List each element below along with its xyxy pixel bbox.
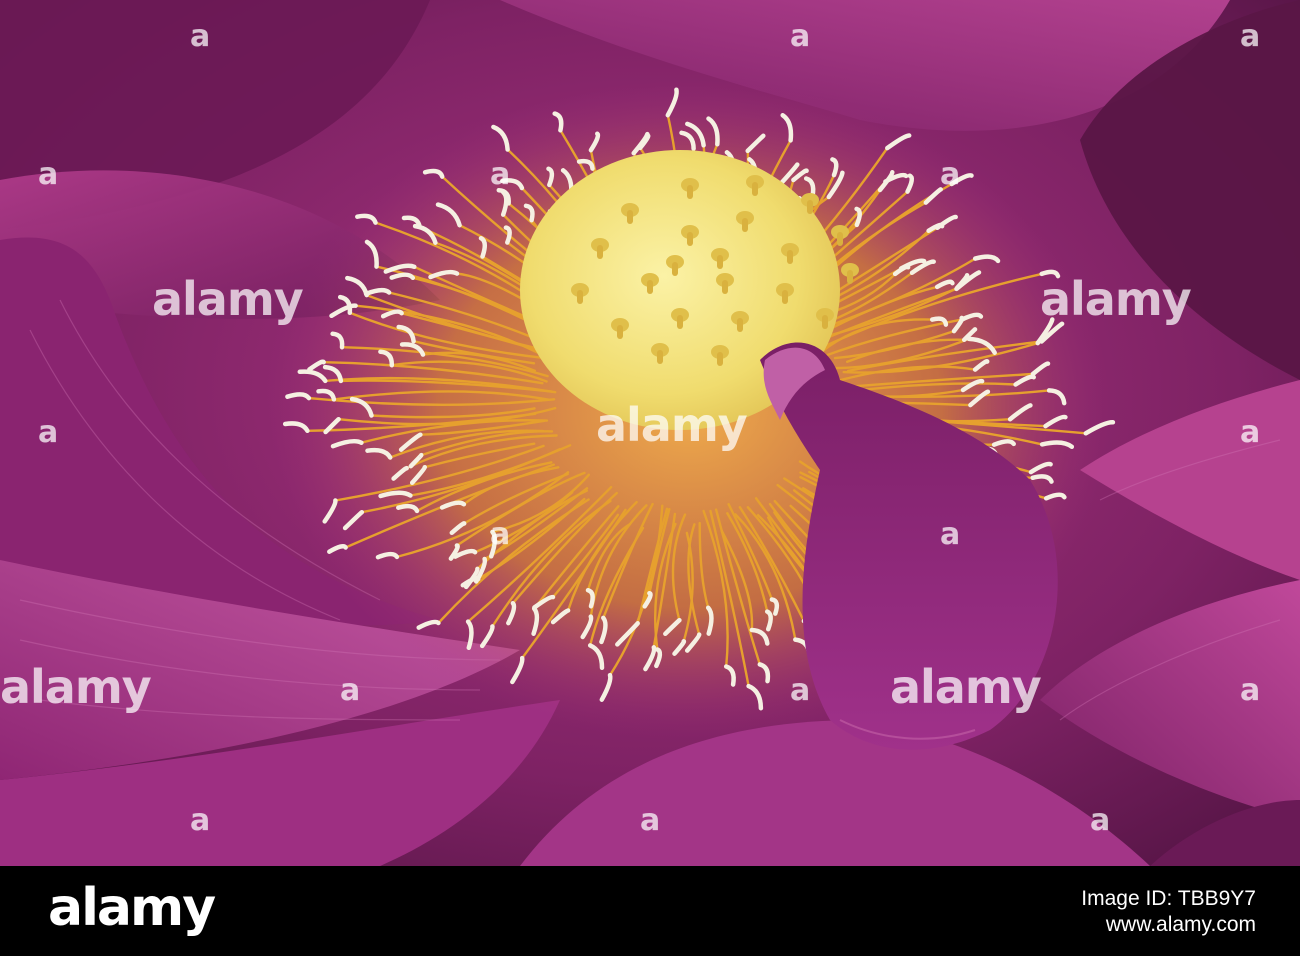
seed-pistil-stem bbox=[752, 182, 758, 196]
image-meta: Image ID: TBB9Y7 www.alamy.com bbox=[1081, 886, 1256, 938]
seed-pistil-stem bbox=[597, 245, 603, 259]
image-id-label: Image ID: bbox=[1081, 887, 1173, 910]
seed-pistil-stem bbox=[627, 210, 633, 224]
lotus-illustration bbox=[0, 0, 1300, 866]
seed-pistil-stem bbox=[657, 350, 663, 364]
image-id-value: TBB9Y7 bbox=[1177, 887, 1256, 910]
seed-pistil-stem bbox=[737, 318, 743, 332]
seed-pistil-stem bbox=[647, 280, 653, 294]
site-url: www.alamy.com bbox=[1105, 913, 1256, 936]
seed-pistil-stem bbox=[807, 200, 813, 214]
seed-pistil-stem bbox=[787, 250, 793, 264]
seed-pistil-stem bbox=[677, 315, 683, 329]
footer-bar: alamy Image ID: TBB9Y7 www.alamy.com bbox=[0, 866, 1300, 956]
image-id-line: Image ID: TBB9Y7 bbox=[1081, 886, 1256, 912]
seed-pistil-stem bbox=[687, 232, 693, 246]
lotus-photo: a a a a a a alamy alamy a alamy a a a al… bbox=[0, 0, 1300, 866]
seed-pistil-stem bbox=[717, 255, 723, 269]
seed-pistil-stem bbox=[742, 218, 748, 232]
alamy-logo: alamy bbox=[48, 878, 216, 938]
seed-pistil-stem bbox=[687, 185, 693, 199]
seed-pistil-stem bbox=[782, 290, 788, 304]
seed-pistil-stem bbox=[717, 352, 723, 366]
seed-pistil-stem bbox=[847, 270, 853, 284]
seed-pistil-stem bbox=[822, 315, 828, 329]
seed-pistil-stem bbox=[722, 280, 728, 294]
seed-pistil-stem bbox=[672, 262, 678, 276]
seed-pistil-stem bbox=[577, 290, 583, 304]
seed-pistil-stem bbox=[617, 325, 623, 339]
seed-pistil-stem bbox=[837, 232, 843, 246]
